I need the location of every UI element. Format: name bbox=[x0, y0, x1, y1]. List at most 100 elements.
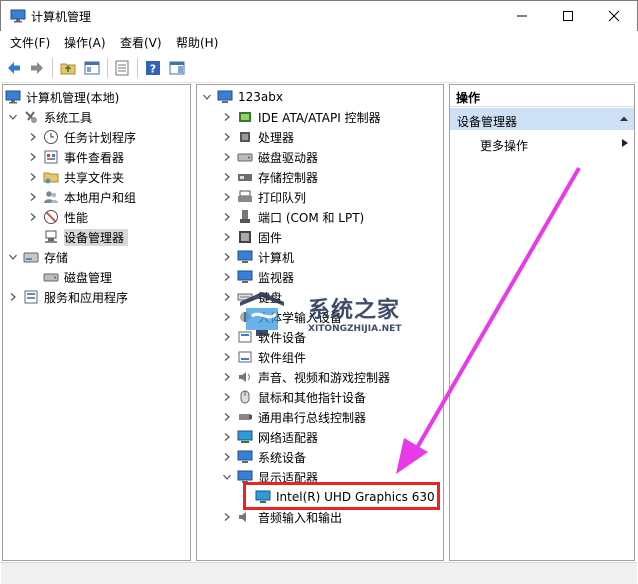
watermark-logo bbox=[240, 292, 284, 336]
device-category-icon bbox=[237, 409, 253, 425]
device-category-icon bbox=[237, 229, 253, 245]
help-icon: ? bbox=[146, 61, 160, 76]
device-category[interactable]: 存储控制器 bbox=[221, 167, 318, 187]
chevron-right-icon[interactable] bbox=[221, 151, 233, 163]
menu-help[interactable]: 帮助(H) bbox=[176, 34, 218, 51]
show-action-pane-button[interactable] bbox=[166, 57, 188, 79]
chevron-right-icon[interactable] bbox=[27, 191, 39, 203]
device-category[interactable]: 打印队列 bbox=[221, 187, 306, 207]
chevron-down-icon[interactable] bbox=[7, 111, 19, 123]
up-folder-button[interactable] bbox=[57, 57, 79, 79]
menu-view[interactable]: 查看(V) bbox=[120, 34, 162, 51]
device-category[interactable]: 音频输入和输出 bbox=[221, 507, 342, 527]
device-category[interactable]: 软件组件 bbox=[221, 347, 306, 367]
device-category[interactable]: 网络适配器 bbox=[221, 427, 318, 447]
minimize-button[interactable] bbox=[499, 1, 545, 31]
tree-item-label: 共享文件夹 bbox=[64, 170, 125, 185]
chevron-right-icon[interactable] bbox=[221, 211, 233, 223]
device-manager-icon bbox=[43, 229, 59, 245]
watermark: 系统之家 XITONGZHIJIA.NET bbox=[232, 290, 412, 340]
chevron-right-icon[interactable] bbox=[221, 351, 233, 363]
device-category[interactable]: 端口 (COM 和 LPT) bbox=[221, 207, 364, 227]
users-icon bbox=[43, 189, 59, 205]
device-category-icon bbox=[237, 449, 253, 465]
chevron-right-icon[interactable] bbox=[221, 451, 233, 463]
tree-item-services-apps[interactable]: 服务和应用程序 bbox=[7, 287, 128, 307]
actions-section-device-manager[interactable]: 设备管理器 bbox=[450, 108, 634, 130]
tree-root-label: 计算机管理(本地) bbox=[26, 90, 120, 105]
device-category-icon bbox=[237, 109, 253, 125]
chevron-right-icon[interactable] bbox=[221, 131, 233, 143]
device-category-label: 端口 (COM 和 LPT) bbox=[258, 210, 365, 225]
tree-item-event-viewer[interactable]: 事件查看器 bbox=[27, 147, 124, 167]
show-hide-tree-button[interactable] bbox=[81, 57, 103, 79]
device-category[interactable]: 监视器 bbox=[221, 267, 294, 287]
chevron-down-icon[interactable] bbox=[7, 251, 19, 263]
tree-item-label: 任务计划程序 bbox=[64, 130, 137, 145]
chevron-right-icon[interactable] bbox=[27, 151, 39, 163]
chevron-right-icon[interactable] bbox=[221, 431, 233, 443]
clock-icon bbox=[43, 129, 59, 145]
chevron-right-icon[interactable] bbox=[221, 191, 233, 203]
device-category-label: 系统设备 bbox=[258, 450, 307, 465]
chevron-right-icon[interactable] bbox=[221, 251, 233, 263]
chevron-right-icon[interactable] bbox=[27, 131, 39, 143]
tree-item-storage[interactable]: 存储 bbox=[7, 247, 68, 267]
chevron-right-icon[interactable] bbox=[221, 371, 233, 383]
device-tree-root[interactable]: 123abx bbox=[201, 87, 283, 107]
device-category-label: 网络适配器 bbox=[258, 430, 319, 445]
actions-header: 操作 bbox=[450, 85, 634, 107]
tree-item-device-manager[interactable]: 设备管理器 bbox=[43, 227, 129, 247]
status-bar bbox=[1, 562, 637, 584]
more-actions-link[interactable]: 更多操作 bbox=[480, 137, 528, 154]
audio-icon bbox=[237, 509, 253, 525]
tree-item-system-tools[interactable]: 系统工具 bbox=[7, 107, 92, 127]
chevron-right-icon[interactable] bbox=[221, 171, 233, 183]
tree-item-label: 磁盘管理 bbox=[64, 270, 113, 285]
device-category[interactable]: 系统设备 bbox=[221, 447, 306, 467]
device-category[interactable]: 鼠标和其他指针设备 bbox=[221, 387, 366, 407]
chevron-right-icon[interactable] bbox=[221, 271, 233, 283]
toolbox-icon bbox=[23, 109, 39, 125]
device-category-label: IDE ATA/ATAPI 控制器 bbox=[258, 110, 381, 125]
maximize-button[interactable] bbox=[545, 1, 591, 31]
device-category-icon bbox=[237, 189, 253, 205]
back-button[interactable] bbox=[3, 57, 25, 79]
chevron-right-icon[interactable] bbox=[221, 391, 233, 403]
chevron-right-icon[interactable] bbox=[221, 231, 233, 243]
chevron-right-icon[interactable] bbox=[221, 411, 233, 423]
device-category[interactable]: IDE ATA/ATAPI 控制器 bbox=[221, 107, 381, 127]
device-category-label: 监视器 bbox=[258, 270, 295, 285]
tree-item-performance[interactable]: 性能 bbox=[27, 207, 88, 227]
device-category-icon bbox=[237, 209, 253, 225]
forward-button[interactable] bbox=[26, 57, 48, 79]
tree-item-local-users[interactable]: 本地用户和组 bbox=[27, 187, 136, 207]
chevron-down-icon[interactable] bbox=[201, 91, 213, 103]
tree-item-disk-management[interactable]: 磁盘管理 bbox=[43, 267, 112, 287]
menu-file[interactable]: 文件(F) bbox=[10, 34, 50, 51]
close-button[interactable] bbox=[591, 1, 637, 31]
computer-management-icon bbox=[5, 89, 21, 105]
device-category[interactable]: 处理器 bbox=[221, 127, 294, 147]
device-category-label: 音频输入和输出 bbox=[258, 510, 343, 525]
chevron-right-icon[interactable] bbox=[7, 291, 19, 303]
chevron-right-icon[interactable] bbox=[27, 171, 39, 183]
tree-item-task-scheduler[interactable]: 任务计划程序 bbox=[27, 127, 136, 147]
chevron-down-icon[interactable] bbox=[221, 471, 233, 483]
properties-button[interactable] bbox=[111, 57, 133, 79]
device-category[interactable]: 通用串行总线控制器 bbox=[221, 407, 366, 427]
tree-item-shared-folders[interactable]: 共享文件夹 bbox=[27, 167, 124, 187]
close-icon bbox=[608, 10, 620, 22]
collapse-up-icon[interactable] bbox=[620, 115, 628, 123]
device-category[interactable]: 固件 bbox=[221, 227, 282, 247]
chevron-right-icon[interactable] bbox=[221, 111, 233, 123]
menu-action[interactable]: 操作(A) bbox=[64, 34, 106, 51]
tree-root[interactable]: 计算机管理(本地) bbox=[5, 87, 119, 107]
chevron-right-icon[interactable] bbox=[221, 511, 233, 523]
console-tree: 计算机管理(本地) 系统工具 任务计划程序 事件查看器 共享文件夹 本地用户和组… bbox=[2, 84, 191, 561]
help-button[interactable]: ? bbox=[142, 57, 164, 79]
device-category[interactable]: 磁盘驱动器 bbox=[221, 147, 318, 167]
device-category[interactable]: 声音、视频和游戏控制器 bbox=[221, 367, 390, 387]
device-category[interactable]: 计算机 bbox=[221, 247, 294, 267]
chevron-right-icon[interactable] bbox=[27, 211, 39, 223]
